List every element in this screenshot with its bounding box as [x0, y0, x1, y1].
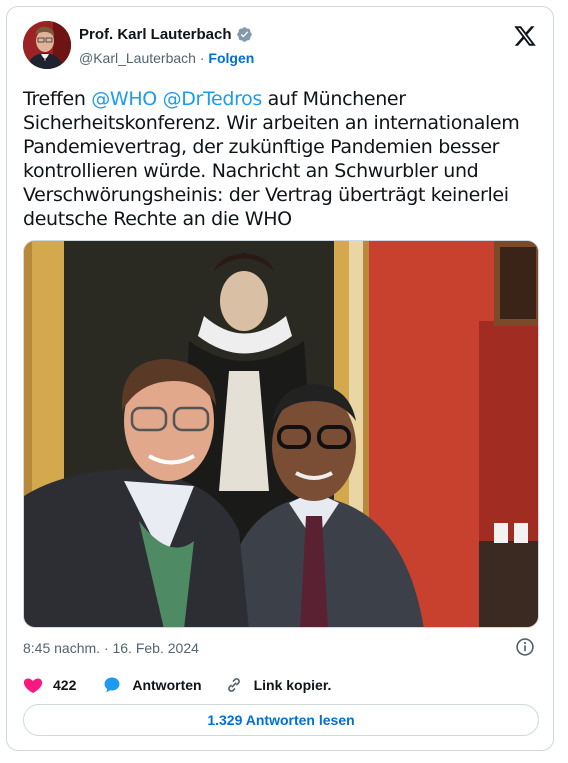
reply-label: Antworten: [132, 677, 202, 693]
link-icon: [227, 678, 240, 692]
read-replies-button[interactable]: 1.329 Antworten lesen: [23, 704, 539, 736]
follow-button[interactable]: Folgen: [208, 50, 254, 66]
tweet-card: Prof. Karl Lauterbach @Karl_Lauterbach ·…: [6, 6, 554, 751]
reply-button[interactable]: Antworten: [102, 675, 202, 695]
heart-icon: [23, 678, 43, 693]
author-handle[interactable]: @Karl_Lauterbach: [79, 50, 196, 66]
avatar[interactable]: [23, 21, 71, 69]
copy-link-label: Link kopier.: [253, 677, 332, 693]
x-logo-icon[interactable]: [513, 24, 537, 48]
like-count: 422: [53, 677, 77, 693]
tweet-photo[interactable]: [23, 240, 539, 628]
tweet-timestamp[interactable]: 8:45 nachm. · 16. Feb. 2024: [23, 640, 199, 656]
handle-separator: ·: [199, 50, 205, 66]
verified-badge-icon: [236, 27, 252, 42]
author-name-row: Prof. Karl Lauterbach: [79, 26, 253, 43]
mention-who-link[interactable]: @WHO: [91, 88, 157, 110]
info-icon[interactable]: [515, 637, 535, 657]
tweet-actions: 422 Antworten Link kopier.: [23, 675, 353, 695]
tweet-text-segment: Treffen: [23, 88, 92, 110]
like-button[interactable]: 422: [23, 675, 76, 695]
author-handle-row: @Karl_Lauterbach · Folgen: [79, 50, 254, 66]
author-name[interactable]: Prof. Karl Lauterbach: [79, 26, 232, 43]
mention-drtedros-link[interactable]: @DrTedros: [163, 88, 263, 110]
tweet-text: Treffen @WHO @DrTedros auf Münchener Sic…: [23, 87, 533, 231]
copy-link-button[interactable]: Link kopier.: [224, 675, 332, 695]
reply-bubble-icon: [104, 677, 120, 693]
